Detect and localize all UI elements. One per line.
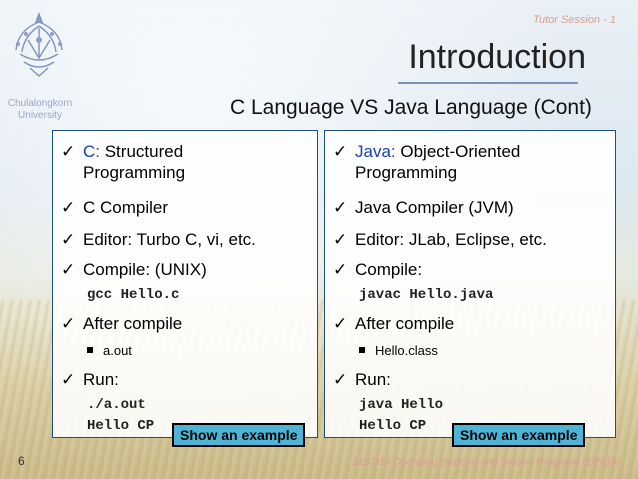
check-icon: ✓ <box>61 142 76 161</box>
check-icon: ✓ <box>333 142 348 161</box>
check-icon: ✓ <box>61 198 76 217</box>
list-item-text: Compile: (UNIX) <box>83 260 207 279</box>
check-icon: ✓ <box>61 314 76 333</box>
list-item-text: Programming <box>355 163 458 182</box>
list-item: ✓ After compile <box>61 313 182 334</box>
compile-command: gcc Hello.c <box>87 287 180 303</box>
check-icon: ✓ <box>333 314 348 333</box>
title-underline <box>398 82 578 84</box>
check-icon: ✓ <box>333 230 348 249</box>
list-item-text: Editor: JLab, Eclipse, etc. <box>355 230 547 249</box>
check-icon: ✓ <box>333 198 348 217</box>
square-bullet-icon <box>359 347 365 353</box>
c-language-panel: ✓ C: Structured Programming ✓ C Compiler… <box>52 130 318 438</box>
output-file: a.out <box>103 343 132 358</box>
slide-title: Introduction <box>408 38 586 76</box>
list-item: ✓ Compile: (UNIX) <box>61 259 207 280</box>
list-item-text: Object-Oriented <box>395 142 521 161</box>
list-item: ✓ Run: <box>61 369 119 390</box>
list-item-text: After compile <box>355 314 455 333</box>
logo-text-line1: Chulalongkorn <box>7 98 73 109</box>
list-item-text: Java Compiler (JVM) <box>355 198 514 217</box>
list-item: ✓ Compile: <box>333 259 422 280</box>
list-item: ✓ Editor: JLab, Eclipse, etc. <box>333 229 547 250</box>
check-icon: ✓ <box>333 260 348 279</box>
session-label: Tutor Session - 1 <box>533 14 616 26</box>
course-footer: 2110313 Operating Systems and System Pro… <box>352 457 620 468</box>
list-item: ✓ After compile <box>333 313 454 334</box>
list-item: ✓ Java Compiler (JVM) <box>333 197 514 218</box>
c-label: C: <box>83 142 100 161</box>
list-item-text: Programming <box>83 163 186 182</box>
square-bullet-icon <box>87 347 93 353</box>
check-icon: ✓ <box>333 370 348 389</box>
slide-subtitle: C Language VS Java Language (Cont) <box>230 96 592 119</box>
sub-item: Hello.class <box>359 343 438 358</box>
java-show-example-button[interactable]: Show an example <box>452 423 586 447</box>
compile-command: javac Hello.java <box>359 287 494 303</box>
run-command: ./a.out <box>87 397 146 413</box>
list-item: ✓ Run: <box>333 369 391 390</box>
check-icon: ✓ <box>61 230 76 249</box>
java-language-panel: ✓ Java: Object-Oriented Programming ✓ Ja… <box>324 130 616 438</box>
run-output: Hello CP <box>359 418 427 434</box>
list-item-text: Editor: Turbo C, vi, etc. <box>83 230 256 249</box>
list-item: ✓ C: Structured Programming <box>61 141 185 183</box>
sub-item: a.out <box>87 343 132 358</box>
list-item-text: C Compiler <box>83 198 169 217</box>
java-label: Java: <box>355 142 396 161</box>
list-item-text: Run: <box>355 370 391 389</box>
run-output: Hello CP <box>87 418 155 434</box>
list-item-text: Structured <box>100 142 184 161</box>
list-item: ✓ C Compiler <box>61 197 168 218</box>
page-number: 6 <box>18 454 25 468</box>
run-command: java Hello <box>359 397 444 413</box>
c-show-example-button[interactable]: Show an example <box>172 423 306 447</box>
check-icon: ✓ <box>61 260 76 279</box>
university-seal-icon <box>15 12 63 77</box>
list-item-text: Compile: <box>355 260 423 279</box>
list-item: ✓ Java: Object-Oriented Programming <box>333 141 520 183</box>
logo-text-line2: University <box>18 110 62 121</box>
check-icon: ✓ <box>61 370 76 389</box>
list-item-text: Run: <box>83 370 119 389</box>
list-item-text: After compile <box>83 314 183 333</box>
list-item: ✓ Editor: Turbo C, vi, etc. <box>61 229 256 250</box>
output-file: Hello.class <box>375 343 438 358</box>
